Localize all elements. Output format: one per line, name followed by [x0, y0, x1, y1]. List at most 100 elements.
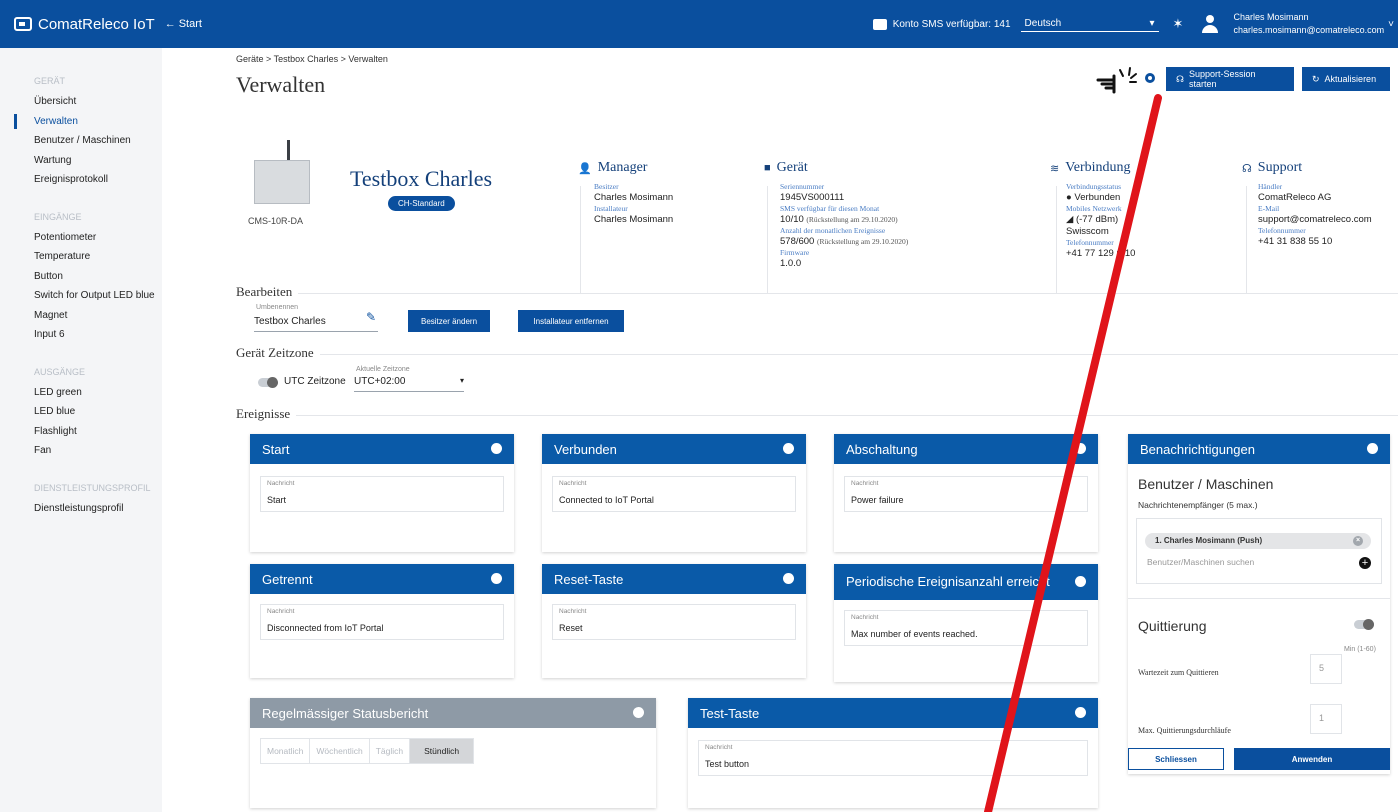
message-field[interactable]: Nachricht Disconnected from IoT Portal [260, 604, 504, 640]
toggle-switch[interactable] [1075, 576, 1086, 587]
sidebar-item-ereignisprotokoll[interactable]: Ereignisprotokoll [0, 170, 162, 190]
toggle-switch[interactable] [491, 443, 502, 454]
status-value: ● Verbunden [1066, 192, 1121, 203]
phone-value: +41 31 838 55 10 [1258, 236, 1333, 247]
device-body [254, 160, 310, 204]
back-link[interactable]: ← Start [165, 18, 202, 30]
support-info: ☊ Support Händler ComatReleco AG E-Mail s… [1242, 160, 1372, 248]
support-session-button[interactable]: ☊ Support-Session starten [1166, 67, 1294, 91]
user-email: charles.mosimann@comatreleco.com [1233, 25, 1385, 35]
sidebar-item-uebersicht[interactable]: Übersicht [0, 92, 162, 112]
provider-value: Swisscom [1066, 226, 1109, 237]
toggle-switch[interactable] [1075, 707, 1086, 718]
recipient-name: 1. Charles Mosimann (Push) [1155, 536, 1263, 545]
user-menu[interactable]: Charles Mosimann charles.mosimann@comatr… [1233, 11, 1384, 37]
option-stuendlich[interactable]: Stündlich [410, 739, 474, 763]
sidebar-item-benutzer[interactable]: Benutzer / Maschinen [0, 131, 162, 151]
sidebar-item-input6[interactable]: Input 6 [0, 325, 162, 345]
toggle-switch[interactable] [1075, 443, 1086, 454]
pin-off-icon[interactable]: ✶ [1173, 16, 1184, 32]
option-woechentlich[interactable]: Wöchentlich [310, 739, 370, 763]
sidebar-item-wartung[interactable]: Wartung [0, 151, 162, 171]
sidebar-item-flashlight[interactable]: Flashlight [0, 422, 162, 442]
section-divider [236, 415, 1398, 416]
brand-logo[interactable]: ComatReleco IoT [14, 16, 155, 33]
status-label: Verbindungsstatus [1066, 182, 1121, 191]
message-field[interactable]: Nachricht Power failure [844, 476, 1088, 512]
sidebar-item-led-blue[interactable]: LED blue [0, 402, 162, 422]
message-icon [872, 18, 887, 30]
toggle-switch[interactable] [1367, 443, 1378, 454]
page-title: Verwalten [236, 72, 326, 97]
card-title: Regelmässiger Statusbericht [262, 705, 429, 721]
close-button[interactable]: Schliessen [1128, 748, 1224, 770]
report-frequency-selector[interactable]: Monatlich Wöchentlich Täglich Stündlich [260, 738, 475, 764]
message-label: Nachricht [267, 608, 295, 615]
card-header: Test-Taste [688, 698, 1098, 728]
card-header: Getrennt [250, 564, 514, 594]
apply-button[interactable]: Anwenden [1234, 748, 1390, 770]
timezone-select[interactable]: UTC+02:00 ▾ [354, 376, 464, 392]
refresh-button[interactable]: ↻ Aktualisieren [1302, 67, 1390, 91]
recipient-search-input[interactable]: Benutzer/Maschinen suchen [1147, 557, 1254, 567]
wait-input[interactable]: 5 [1310, 654, 1342, 684]
recipient-chip[interactable]: 1. Charles Mosimann (Push) × [1145, 533, 1371, 549]
toggle-switch[interactable] [491, 573, 502, 584]
message-text: Disconnected from IoT Portal [267, 623, 384, 633]
option-monatlich[interactable]: Monatlich [261, 739, 311, 763]
antenna [287, 140, 290, 162]
arrow-left-icon: ← [164, 18, 176, 30]
toggle-switch[interactable] [783, 443, 794, 454]
rename-input[interactable]: Testbox Charles [254, 316, 378, 332]
recipients-label: Nachrichtenempfänger (5 max.) [1138, 500, 1258, 510]
utc-toggle[interactable] [258, 377, 278, 388]
sidebar-item-dienstleistungsprofil[interactable]: Dienstleistungsprofil [0, 499, 162, 519]
quittierung-toggle[interactable] [1354, 619, 1374, 630]
network-label: Mobiles Netzwerk [1066, 204, 1122, 213]
sidebar-item-switch[interactable]: Switch for Output LED blue [0, 286, 162, 306]
chevron-down-icon[interactable]: ˅ [1388, 19, 1394, 30]
bearbeiten-title: Bearbeiten [236, 284, 299, 300]
pencil-icon[interactable]: ✎ [366, 310, 376, 324]
close-icon[interactable]: × [1353, 536, 1363, 546]
message-field[interactable]: Nachricht Max number of events reached. [844, 610, 1088, 646]
toggle-switch[interactable] [633, 707, 644, 718]
toggle-switch[interactable] [783, 573, 794, 584]
sidebar-item-verwalten[interactable]: Verwalten [0, 112, 162, 132]
change-owner-button[interactable]: Besitzer ändern [408, 310, 490, 332]
verbindung-heading: Verbindung [1065, 160, 1131, 175]
section-divider [236, 354, 1398, 355]
touch-settings-icon[interactable] [1092, 66, 1162, 94]
message-field[interactable]: Nachricht Start [260, 476, 504, 512]
message-field[interactable]: Nachricht Connected to IoT Portal [552, 476, 796, 512]
add-icon[interactable]: + [1359, 557, 1371, 569]
sidebar-item-led-green[interactable]: LED green [0, 383, 162, 403]
notifications-header: Benachrichtigungen [1128, 434, 1390, 464]
sidebar-item-potentiometer[interactable]: Potentiometer [0, 228, 162, 248]
sidebar-item-button[interactable]: Button [0, 267, 162, 287]
email-value[interactable]: support@comatreleco.com [1258, 214, 1372, 226]
event-card-statusbericht: Regelmässiger Statusbericht Monatlich Wö… [250, 698, 656, 808]
user-avatar-icon[interactable] [1201, 15, 1219, 33]
sidebar-item-magnet[interactable]: Magnet [0, 306, 162, 326]
timezone-label: Aktuelle Zeitzone [356, 366, 410, 373]
manager-heading: Manager [597, 160, 648, 175]
device-model: CMS-10R-DA [248, 216, 304, 226]
message-field[interactable]: Nachricht Reset [552, 604, 796, 640]
installer-label: Installateur [594, 204, 628, 213]
ereignisse-title: Ereignisse [236, 406, 297, 422]
device-name: Testbox Charles [350, 166, 493, 191]
serial-value: 1945VS000111 [780, 192, 845, 203]
message-text: Max number of events reached. [851, 629, 978, 639]
breadcrumb[interactable]: Geräte > Testbox Charles > Verwalten [236, 54, 388, 64]
divider [767, 186, 768, 294]
language-select[interactable]: Deutsch ▾ [1020, 16, 1159, 32]
remove-installer-button[interactable]: Installateur entfernen [518, 310, 624, 332]
message-label: Nachricht [851, 480, 879, 487]
option-taeglich[interactable]: Täglich [370, 739, 411, 763]
sidebar-item-fan[interactable]: Fan [0, 441, 162, 461]
sidebar-item-temperature[interactable]: Temperature [0, 247, 162, 267]
max-input[interactable]: 1 [1310, 704, 1342, 734]
geraet-heading: Gerät [776, 160, 808, 175]
message-field[interactable]: Nachricht Test button [698, 740, 1088, 776]
